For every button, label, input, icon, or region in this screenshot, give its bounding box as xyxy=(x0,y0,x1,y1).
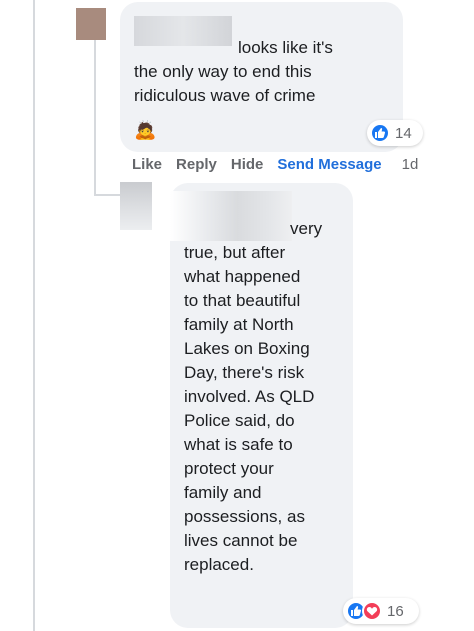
reactions-summary[interactable]: 16 xyxy=(343,598,419,624)
comment-actions: Like Reply Hide Send Message 1d xyxy=(132,156,432,173)
comment-text: looks like it's the only way to end this… xyxy=(134,38,333,105)
avatar[interactable] xyxy=(120,182,152,230)
like-icon xyxy=(370,123,390,143)
thread-line-reply-elbow xyxy=(94,194,120,196)
comment-bubble: looks like it's the only way to end this… xyxy=(120,2,403,152)
timestamp[interactable]: 1d xyxy=(402,156,419,173)
avatar[interactable] xyxy=(76,8,106,40)
send-message-button[interactable]: Send Message xyxy=(277,156,381,173)
thread-line-top xyxy=(33,0,35,631)
reaction-count: 14 xyxy=(395,124,412,142)
reactions-summary[interactable]: 14 xyxy=(367,120,423,146)
bowing-person-emoji: 🙇 xyxy=(134,120,157,140)
reply-bubble: very true, but after what happened to th… xyxy=(170,183,353,628)
hide-button[interactable]: Hide xyxy=(231,156,264,173)
like-button[interactable]: Like xyxy=(132,156,162,173)
thread-line-reply xyxy=(94,40,96,195)
heart-icon xyxy=(362,601,382,621)
reaction-count: 16 xyxy=(387,602,404,620)
comment-text: very true, but after what happened to th… xyxy=(184,219,323,574)
reply-button[interactable]: Reply xyxy=(176,156,217,173)
